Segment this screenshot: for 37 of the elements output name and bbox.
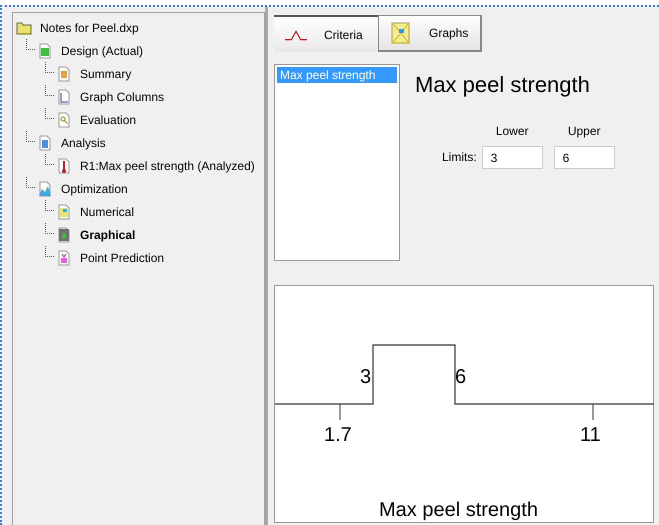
tick-mark — [339, 404, 341, 420]
limit-label: 6 — [455, 366, 466, 388]
tab[interactable]: Graphs — [378, 15, 482, 52]
tree-item[interactable]: R1:Max peel strength (Analyzed) — [80, 158, 255, 172]
tree-item[interactable]: Evaluation — [80, 112, 136, 126]
criteria-title: Max peel strength — [415, 72, 591, 98]
tick-mark — [592, 404, 594, 420]
document-icon — [37, 42, 53, 58]
column-heading: Upper — [568, 124, 601, 138]
tree-item[interactable]: Optimization — [61, 182, 128, 196]
axis-label: 11 — [580, 424, 601, 446]
limit-label: 3 — [360, 366, 372, 388]
limits-label: Limits: — [442, 149, 477, 166]
tab[interactable]: Criteria — [274, 15, 378, 52]
tree-item[interactable]: Notes for Peel.dxp — [40, 20, 139, 34]
folder-icon — [16, 20, 32, 36]
upper-limit-field[interactable]: 6 — [554, 146, 615, 169]
tree-item[interactable]: Numerical — [80, 204, 134, 218]
document-icon — [56, 250, 72, 266]
tree-item[interactable]: Graphical — [80, 228, 136, 242]
magnifier-icon — [56, 112, 72, 128]
document-icon — [56, 88, 72, 104]
column-heading: Lower — [496, 124, 529, 138]
document-icon — [37, 134, 53, 150]
axis-title: Max peel strength — [379, 499, 538, 521]
tree-item[interactable]: Design (Actual) — [61, 44, 144, 58]
tree-item[interactable]: Point Prediction — [80, 250, 164, 264]
lower-limit-field[interactable]: 3 — [482, 146, 543, 169]
tree-item[interactable]: Analysis — [61, 136, 106, 150]
document-icon — [56, 66, 72, 82]
document-icon — [56, 226, 72, 242]
thermometer-icon — [56, 158, 72, 174]
tree-item[interactable]: Summary — [80, 66, 132, 80]
document-icon — [37, 180, 53, 196]
document-icon — [56, 204, 72, 220]
axis-label: 1.7 — [324, 424, 352, 446]
tree-item[interactable]: Graph Columns — [80, 90, 164, 104]
